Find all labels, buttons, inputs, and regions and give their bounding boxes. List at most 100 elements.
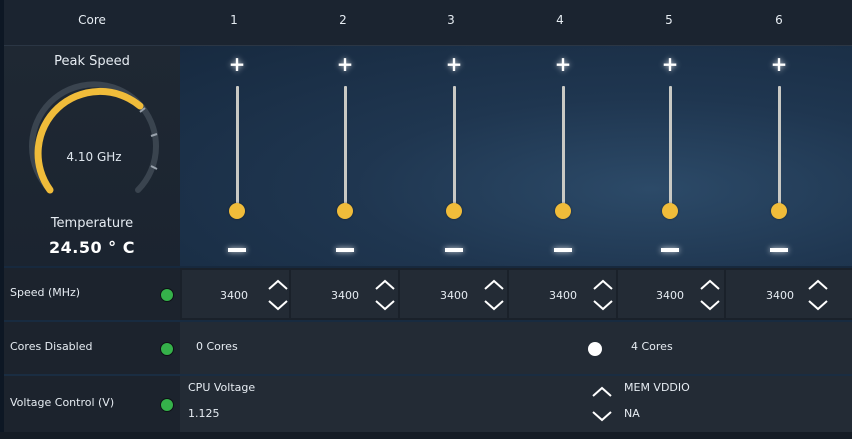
minus-icon — [661, 248, 679, 252]
core-4-minus-button[interactable] — [543, 240, 583, 260]
chevron-up-icon — [700, 279, 720, 290]
core-4-speed-up-button[interactable] — [591, 277, 615, 293]
cpu-voltage-down-button[interactable] — [590, 408, 614, 424]
chevron-down-icon — [593, 300, 613, 311]
cores-disabled-min-label: 0 Cores — [196, 340, 238, 353]
core-4-speed-value: 3400 — [549, 289, 577, 302]
core-header-label: Core — [78, 13, 106, 27]
core-2-minus-button[interactable] — [325, 240, 365, 260]
core-2-speed-down-button[interactable] — [373, 297, 397, 313]
core-5-speed-down-button[interactable] — [698, 297, 722, 313]
core-number-4: 4 — [556, 13, 564, 27]
core-5-slider-thumb[interactable] — [662, 203, 678, 219]
core-3-slider-thumb[interactable] — [446, 203, 462, 219]
slider-track — [561, 86, 565, 214]
cpu-voltage-up-button[interactable] — [590, 384, 614, 400]
core-3-plus-button[interactable]: + — [434, 52, 474, 76]
chevron-up-icon — [484, 279, 504, 290]
peak-speed-panel: Peak Speed 4.10 GHz Temperature 24.50 ° … — [4, 46, 180, 266]
cores-disabled-label-cell: Cores Disabled — [4, 322, 180, 374]
core-3-speed-up-button[interactable] — [482, 277, 506, 293]
chevron-up-icon — [592, 386, 612, 397]
cores-disabled-label: Cores Disabled — [10, 340, 93, 353]
core-4-slider-thumb[interactable] — [555, 203, 571, 219]
cpu-voltage-label: CPU Voltage — [188, 381, 256, 394]
core-6-slider-thumb[interactable] — [771, 203, 787, 219]
core-6-speed-down-button[interactable] — [806, 297, 830, 313]
chevron-down-icon — [592, 411, 612, 422]
peak-speed-title: Peak Speed — [54, 54, 130, 69]
chevron-up-icon — [808, 279, 828, 290]
core-4-speed-cell: 3400 — [509, 270, 616, 318]
core-2-speed-value: 3400 — [331, 289, 359, 302]
core-3-slider: + — [434, 46, 474, 266]
core-2-slider-thumb[interactable] — [337, 203, 353, 219]
core-5-minus-button[interactable] — [650, 240, 690, 260]
minus-icon — [770, 248, 788, 252]
core-number-5: 5 — [665, 13, 673, 27]
core-2-speed-cell: 3400 — [291, 270, 398, 318]
core-6-speed-value: 3400 — [766, 289, 794, 302]
overclock-app: Core 1 2 3 4 5 6 Peak Speed 4.10 GHz Tem… — [0, 0, 852, 439]
cores-disabled-status-indicator — [160, 342, 174, 356]
slider-track — [343, 86, 347, 214]
core-3-minus-button[interactable] — [434, 240, 474, 260]
chevron-down-icon — [700, 300, 720, 311]
voltage-status-indicator — [160, 398, 174, 412]
chevron-up-icon — [268, 279, 288, 290]
chevron-down-icon — [375, 300, 395, 311]
minus-icon — [554, 248, 572, 252]
chevron-down-icon — [484, 300, 504, 311]
mem-vddio-value: NA — [624, 407, 640, 420]
core-number-6: 6 — [775, 13, 783, 27]
core-number-2: 2 — [339, 13, 347, 27]
core-1-slider-thumb[interactable] — [229, 203, 245, 219]
cores-disabled-slider-knob[interactable] — [588, 342, 602, 356]
slider-track — [668, 86, 672, 214]
slider-track — [777, 86, 781, 214]
core-4-plus-button[interactable]: + — [543, 52, 583, 76]
core-1-minus-button[interactable] — [217, 240, 257, 260]
peak-speed-value: 4.10 GHz — [66, 150, 122, 164]
core-3-speed-cell: 3400 — [400, 270, 507, 318]
core-3-speed-value: 3400 — [440, 289, 468, 302]
core-number-1: 1 — [230, 13, 238, 27]
chevron-down-icon — [808, 300, 828, 311]
core-1-slider: + — [217, 46, 257, 266]
core-2-plus-button[interactable]: + — [325, 52, 365, 76]
core-5-plus-button[interactable]: + — [650, 52, 690, 76]
core-2-speed-up-button[interactable] — [373, 277, 397, 293]
core-1-plus-button[interactable]: + — [217, 52, 257, 76]
core-header-row: Core 1 2 3 4 5 6 — [4, 0, 852, 46]
core-6-plus-button[interactable]: + — [759, 52, 799, 76]
core-3-speed-down-button[interactable] — [482, 297, 506, 313]
core-1-speed-up-button[interactable] — [266, 277, 290, 293]
gauge-fill — [34, 87, 144, 194]
cores-disabled-row: Cores Disabled 0 Cores 4 Cores — [4, 322, 852, 374]
core-1-speed-down-button[interactable] — [266, 297, 290, 313]
temperature-value: 24.50 ° C — [49, 238, 135, 257]
core-6-speed-up-button[interactable] — [806, 277, 830, 293]
speed-gauge — [29, 81, 159, 194]
mem-vddio-label: MEM VDDIO — [624, 381, 690, 394]
speed-row: Speed (MHz) 3400 3400 3400 3400 3400 340… — [4, 268, 852, 320]
core-1-speed-cell: 3400 — [182, 270, 289, 318]
core-number-3: 3 — [447, 13, 455, 27]
cores-disabled-max-label: 4 Cores — [631, 340, 673, 353]
chevron-up-icon — [593, 279, 613, 290]
core-5-speed-value: 3400 — [656, 289, 684, 302]
core-4-speed-down-button[interactable] — [591, 297, 615, 313]
bottom-edge — [0, 432, 852, 439]
chevron-up-icon — [375, 279, 395, 290]
cpu-voltage-value: 1.125 — [188, 407, 220, 420]
slider-track — [235, 86, 239, 214]
core-6-speed-cell: 3400 — [726, 270, 852, 318]
core-1-speed-value: 3400 — [220, 289, 248, 302]
speed-status-indicator — [160, 288, 174, 302]
core-5-slider: + — [650, 46, 690, 266]
voltage-control-label: Voltage Control (V) — [10, 396, 115, 409]
core-5-speed-cell: 3400 — [618, 270, 724, 318]
core-6-minus-button[interactable] — [759, 240, 799, 260]
core-5-speed-up-button[interactable] — [698, 277, 722, 293]
slider-track — [452, 86, 456, 214]
